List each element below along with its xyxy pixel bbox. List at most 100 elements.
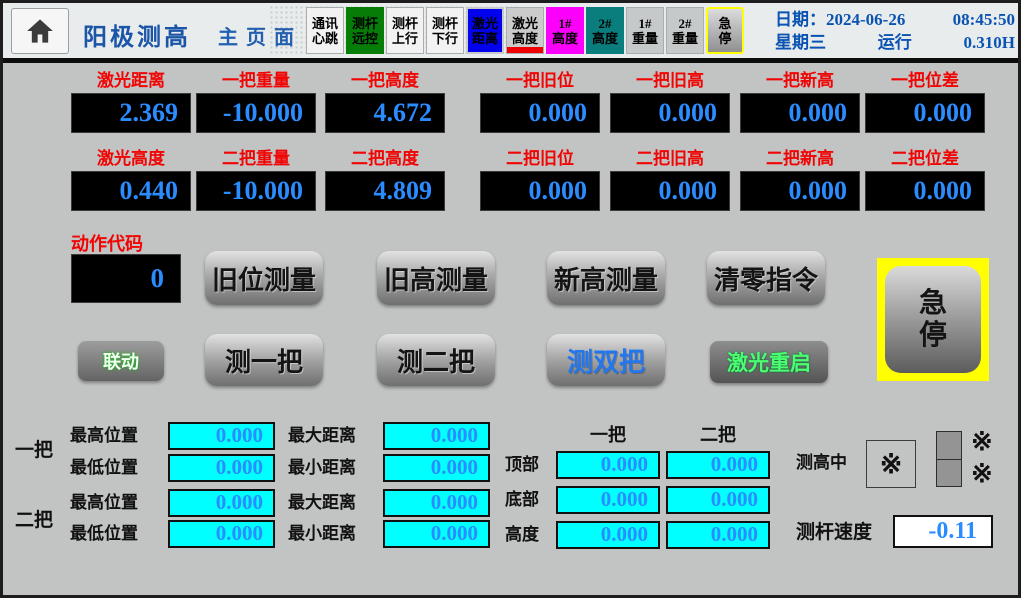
nav-rod-down[interactable]: 测杆下行	[426, 7, 464, 54]
linkage-button[interactable]: 联动	[78, 341, 164, 381]
home-button[interactable]	[11, 8, 69, 54]
nav-button-group: 通讯心跳 测杆远控 测杆上行 测杆下行 激光距离 激光高度 1#高度 2#高度 …	[306, 7, 744, 54]
grip1-bottom-value: 0.000	[556, 486, 660, 514]
display-label: 一把旧位	[480, 71, 600, 91]
grip2-max-pos-value: 0.000	[168, 489, 275, 517]
grip2-min-pos-label: 最低位置	[70, 520, 138, 548]
display-value: 0.000	[480, 171, 600, 211]
display-value: 0.000	[610, 93, 730, 133]
display-grip1-new-height: 一把新高 0.000	[740, 71, 860, 133]
grip1-max-pos-value: 0.000	[168, 422, 275, 450]
run-time: 0.310H	[964, 31, 1015, 54]
measure-old-pos-button[interactable]: 旧位测量	[205, 251, 323, 305]
display-value: 0.000	[865, 171, 985, 211]
nav-estop[interactable]: 急停	[706, 7, 744, 54]
home-icon	[26, 18, 54, 44]
header-bar: 阳极测高 主页面 通讯心跳 测杆远控 测杆上行 测杆下行 激光距离 激光高度 1…	[3, 3, 1018, 63]
display-grip2-old-pos: 二把旧位 0.000	[480, 149, 600, 211]
display-grip1-weight: 一把重量 -10.000	[196, 71, 316, 133]
measure-both-grips-button[interactable]: 测双把	[547, 334, 665, 386]
grip2-min-dist-value: 0.000	[383, 520, 490, 548]
domino-bottom-cell	[936, 460, 962, 488]
grip-table-col2-header: 二把	[683, 421, 753, 447]
action-code-label: 动作代码	[71, 230, 143, 256]
grip1-height-value: 0.000	[556, 521, 660, 549]
nav-laser-height[interactable]: 激光高度	[506, 7, 544, 54]
grip2-group-label: 二把	[15, 505, 53, 532]
display-label: 二把重量	[196, 149, 316, 169]
nav-rod-up[interactable]: 测杆上行	[386, 7, 424, 54]
display-grip2-height: 二把高度 4.809	[325, 149, 445, 211]
display-grip1-height: 一把高度 4.672	[325, 71, 445, 133]
display-value: 0.440	[71, 171, 191, 211]
display-grip1-old-pos: 一把旧位 0.000	[480, 71, 600, 133]
display-label: 激光距离	[71, 71, 191, 91]
display-grip2-weight: 二把重量 -10.000	[196, 149, 316, 211]
grip1-group-label: 一把	[15, 435, 53, 462]
grip2-min-pos-value: 0.000	[168, 520, 275, 548]
measure-grip1-button[interactable]: 测一把	[205, 334, 323, 386]
display-value: 0.000	[480, 93, 600, 133]
nav-2-height[interactable]: 2#高度	[586, 7, 624, 54]
measuring-indicator-box: ※	[866, 440, 916, 488]
page-title: 阳极测高	[83, 17, 191, 52]
display-label: 二把旧位	[480, 149, 600, 169]
display-label: 二把高度	[325, 149, 445, 169]
grip2-max-dist-label: 最大距离	[288, 489, 356, 517]
display-value: 0.000	[740, 93, 860, 133]
display-label: 二把位差	[865, 149, 985, 169]
grip1-min-dist-label: 最小距离	[288, 454, 356, 482]
display-value: 4.672	[325, 93, 445, 133]
clear-command-button[interactable]: 清零指令	[707, 251, 825, 305]
grip1-max-pos-label: 最高位置	[70, 422, 138, 450]
display-label: 一把旧高	[610, 71, 730, 91]
measuring-label: 测高中	[796, 449, 847, 477]
reference-mark-top: ※	[971, 427, 993, 457]
grip1-min-dist-value: 0.000	[383, 454, 490, 482]
display-label: 二把旧高	[610, 149, 730, 169]
display-value: 0.000	[865, 93, 985, 133]
nav-1-height[interactable]: 1#高度	[546, 7, 584, 54]
display-value: 2.369	[71, 93, 191, 133]
reference-mark-bottom: ※	[971, 459, 993, 489]
grip2-top-value: 0.000	[666, 451, 770, 479]
grip1-max-dist-label: 最大距离	[288, 422, 356, 450]
bottom-row-label: 底部	[505, 486, 539, 514]
height-row-label: 高度	[505, 521, 539, 549]
grip-table-col1-header: 一把	[573, 421, 643, 447]
display-value: -10.000	[196, 93, 316, 133]
nav-2-weight[interactable]: 2#重量	[666, 7, 704, 54]
grip1-top-value: 0.000	[556, 451, 660, 479]
display-label: 二把新高	[740, 149, 860, 169]
grip2-bottom-value: 0.000	[666, 486, 770, 514]
display-laser-height: 激光高度 0.440	[71, 149, 191, 211]
datetime-panel: 日期：2024-06-26 08:45:50 星期三 运行 0.310H	[775, 8, 1015, 54]
display-grip1-old-height: 一把旧高 0.000	[610, 71, 730, 133]
display-label: 一把新高	[740, 71, 860, 91]
display-value: -10.000	[196, 171, 316, 211]
nav-rod-remote[interactable]: 测杆远控	[346, 7, 384, 54]
indicator-domino	[936, 431, 962, 487]
weekday-text: 星期三	[775, 31, 826, 54]
grip2-max-dist-value: 0.000	[383, 489, 490, 517]
top-row-label: 顶部	[505, 451, 539, 479]
display-value: 4.809	[325, 171, 445, 211]
display-value: 0.000	[740, 171, 860, 211]
action-code-value: 0	[71, 254, 181, 303]
measure-grip2-button[interactable]: 测二把	[377, 334, 495, 386]
nav-1-weight[interactable]: 1#重量	[626, 7, 664, 54]
nav-comm-heartbeat[interactable]: 通讯心跳	[306, 7, 344, 54]
grip1-max-dist-value: 0.000	[383, 422, 490, 450]
grip1-min-pos-label: 最低位置	[70, 454, 138, 482]
measure-new-height-button[interactable]: 新高测量	[547, 251, 665, 305]
display-grip1-pos-diff: 一把位差 0.000	[865, 71, 985, 133]
nav-laser-distance[interactable]: 激光距离	[466, 7, 504, 54]
reference-mark: ※	[880, 449, 903, 480]
display-label: 一把重量	[196, 71, 316, 91]
measure-old-height-button[interactable]: 旧高测量	[377, 251, 495, 305]
display-grip2-old-height: 二把旧高 0.000	[610, 149, 730, 211]
laser-restart-button[interactable]: 激光重启	[710, 341, 828, 383]
estop-button[interactable]: 急 停	[885, 266, 981, 373]
grip1-min-pos-value: 0.000	[168, 454, 275, 482]
display-label: 一把位差	[865, 71, 985, 91]
